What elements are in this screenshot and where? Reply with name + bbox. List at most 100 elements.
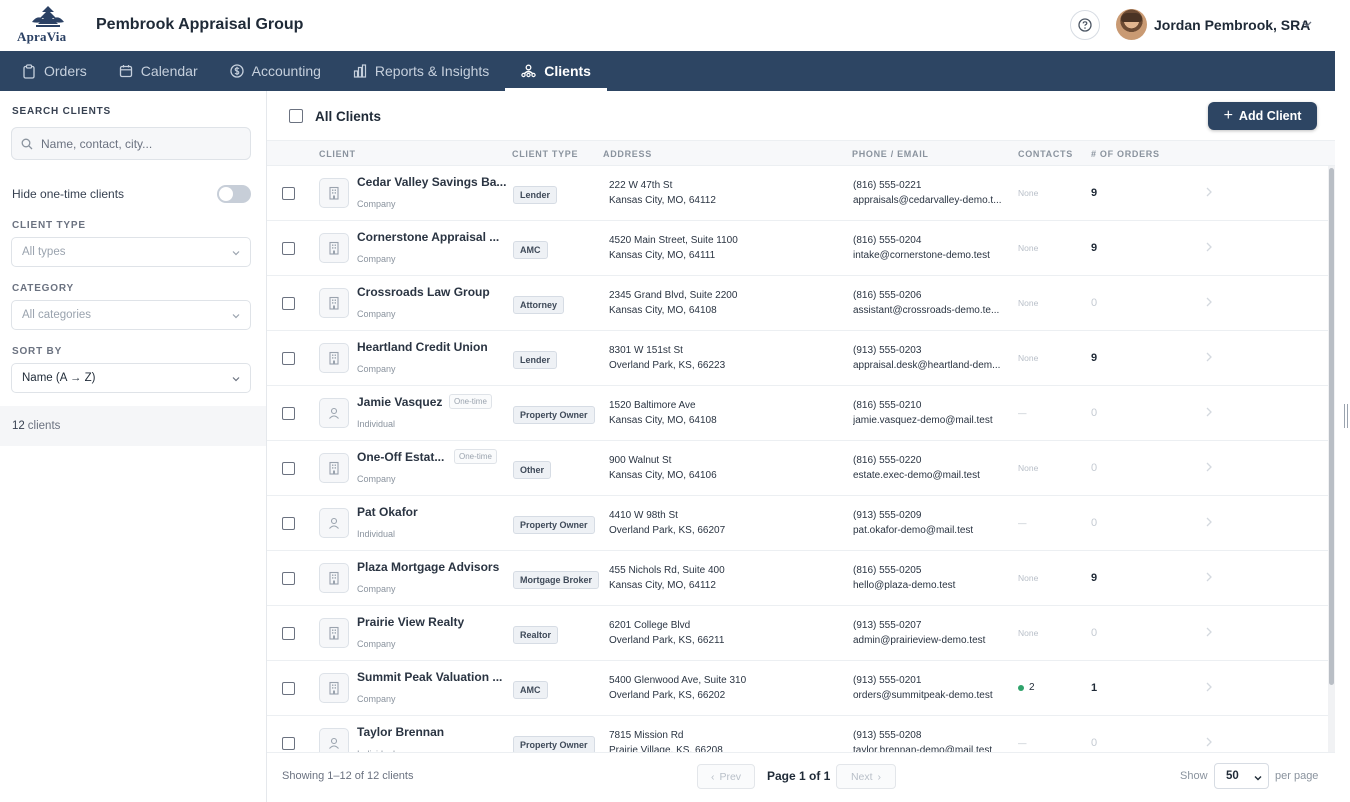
email: taylor.brennan-demo@mail.test	[853, 745, 993, 752]
search-input[interactable]	[41, 136, 241, 151]
client-name[interactable]: Cornerstone Appraisal ...	[357, 230, 499, 244]
client-avatar	[319, 453, 349, 483]
client-type-badge: Lender	[513, 186, 558, 204]
prev-label: Prev	[719, 770, 742, 783]
nav-accounting[interactable]: Accounting	[214, 51, 337, 91]
chevron-right-icon[interactable]	[1205, 516, 1213, 528]
chevron-right-icon[interactable]	[1205, 736, 1213, 748]
search-box[interactable]	[11, 127, 251, 160]
table-row[interactable]: Jamie Vasquez One-time Individual Property …	[267, 386, 1328, 441]
row-checkbox[interactable]	[282, 242, 295, 255]
col-address[interactable]: ADDRESS	[603, 149, 652, 159]
company-logo[interactable]: ApraVia	[14, 4, 80, 44]
category-select[interactable]: All categories	[11, 300, 251, 330]
client-type-select[interactable]: All types	[11, 237, 251, 267]
chevron-right-icon[interactable]	[1205, 296, 1213, 308]
table-row[interactable]: Cedar Valley Savings Ba... Company Lender 2…	[267, 166, 1328, 221]
table-footer: Showing 1–12 of 12 clients ‹ Prev Page 1…	[267, 752, 1335, 802]
phone: (816) 555-0210	[853, 400, 922, 411]
client-kind: Company	[357, 254, 396, 264]
address-line-1: 8301 W 151st St	[609, 345, 683, 356]
col-orders[interactable]: # OF ORDERS	[1091, 149, 1160, 159]
row-checkbox[interactable]	[282, 682, 295, 695]
client-name[interactable]: Jamie Vasquez	[357, 395, 442, 409]
user-name[interactable]: Jordan Pembrook, SRA	[1154, 17, 1310, 33]
row-checkbox[interactable]	[282, 297, 295, 310]
bar-chart-icon	[353, 64, 367, 78]
client-kind: Company	[357, 639, 396, 649]
col-client-type[interactable]: CLIENT TYPE	[512, 149, 578, 159]
chevron-right-icon[interactable]	[1205, 241, 1213, 253]
chevron-right-icon[interactable]	[1205, 626, 1213, 638]
row-checkbox[interactable]	[282, 407, 295, 420]
table-row[interactable]: Summit Peak Valuation ... Company AMC 5400 …	[267, 661, 1328, 716]
client-name[interactable]: Cedar Valley Savings Ba...	[357, 175, 506, 189]
client-name[interactable]: Pat Okafor	[357, 505, 418, 519]
avatar[interactable]	[1116, 9, 1147, 40]
client-avatar	[319, 288, 349, 318]
chevron-left-icon: ‹	[710, 770, 715, 783]
client-kind: Company	[357, 694, 396, 704]
orders-count: 0	[1091, 517, 1098, 529]
dollar-icon	[229, 64, 244, 78]
help-button[interactable]	[1070, 10, 1100, 40]
client-avatar	[319, 398, 349, 428]
table-row[interactable]: Pat Okafor Individual Property Owner 4410 W…	[267, 496, 1328, 551]
row-checkbox[interactable]	[282, 737, 295, 750]
row-checkbox[interactable]	[282, 352, 295, 365]
row-checkbox[interactable]	[282, 462, 295, 475]
nav-clients[interactable]: Clients	[505, 51, 607, 91]
nav-calendar[interactable]: Calendar	[103, 51, 214, 91]
client-kind: Company	[357, 309, 396, 319]
chevron-right-icon[interactable]	[1205, 186, 1213, 198]
chevron-down-icon	[232, 251, 240, 256]
col-contacts[interactable]: CONTACTS	[1018, 149, 1073, 159]
client-avatar	[319, 673, 349, 703]
next-page-button[interactable]: Next ›	[836, 764, 896, 789]
col-phone-email[interactable]: PHONE / EMAIL	[852, 149, 929, 159]
client-name[interactable]: One-Off Estat...	[357, 450, 444, 464]
row-checkbox[interactable]	[282, 187, 295, 200]
chevron-right-icon[interactable]	[1205, 461, 1213, 473]
table-row[interactable]: Crossroads Law Group Company Attorney 2345 …	[267, 276, 1328, 331]
sort-select[interactable]: Name (A → Z)	[11, 363, 251, 393]
client-name[interactable]: Crossroads Law Group	[357, 285, 490, 299]
resize-handle[interactable]	[1344, 404, 1348, 428]
col-client[interactable]: CLIENT	[319, 149, 356, 159]
phone: (816) 555-0206	[853, 290, 922, 301]
nav-orders[interactable]: Orders	[0, 51, 103, 91]
prev-page-button[interactable]: ‹ Prev	[697, 764, 755, 789]
row-checkbox[interactable]	[282, 572, 295, 585]
row-checkbox[interactable]	[282, 627, 295, 640]
add-client-button[interactable]: + Add Client	[1208, 102, 1317, 130]
row-checkbox[interactable]	[282, 517, 295, 530]
table-row[interactable]: Taylor BrennanIndividualProperty Owner78…	[267, 716, 1328, 752]
table-row[interactable]: Heartland Credit Union Company Lender 8301 …	[267, 331, 1328, 386]
table-row[interactable]: One-Off Estat... One-time Company Other 900 …	[267, 441, 1328, 496]
table-row[interactable]: Prairie View Realty Company Realtor 6201 Co…	[267, 606, 1328, 661]
per-page-select[interactable]: 50	[1214, 763, 1269, 789]
main-nav: Orders Calendar Accounting Reports & Ins…	[0, 51, 1335, 91]
chevron-right-icon[interactable]	[1205, 406, 1213, 418]
nav-reports[interactable]: Reports & Insights	[337, 51, 505, 91]
address-line-2: Overland Park, KS, 66207	[609, 525, 726, 536]
table-row[interactable]: Cornerstone Appraisal ... Company AMC 4520 …	[267, 221, 1328, 276]
chevron-down-icon[interactable]	[1301, 18, 1313, 30]
select-all-checkbox[interactable]	[289, 109, 303, 123]
chevron-right-icon[interactable]	[1205, 681, 1213, 693]
client-name[interactable]: Heartland Credit Union	[357, 340, 488, 354]
client-name[interactable]: Summit Peak Valuation ...	[357, 670, 502, 684]
client-name[interactable]: Prairie View Realty	[357, 615, 464, 629]
building-icon	[329, 681, 339, 695]
client-name[interactable]: Taylor Brennan	[357, 725, 444, 739]
table-scrollbar-thumb[interactable]	[1329, 168, 1334, 685]
client-kind: Company	[357, 364, 396, 374]
table-row[interactable]: Plaza Mortgage Advisors Company Mortgage B…	[267, 551, 1328, 606]
nav-accounting-label: Accounting	[251, 63, 321, 79]
chevron-right-icon[interactable]	[1205, 351, 1213, 363]
client-name[interactable]: Plaza Mortgage Advisors	[357, 560, 499, 574]
chevron-right-icon[interactable]	[1205, 571, 1213, 583]
hide-onetime-toggle[interactable]	[217, 185, 251, 203]
phone: (913) 555-0207	[853, 620, 922, 631]
clients-panel: All Clients + Add Client CLIENT CLIENT T…	[267, 91, 1335, 802]
